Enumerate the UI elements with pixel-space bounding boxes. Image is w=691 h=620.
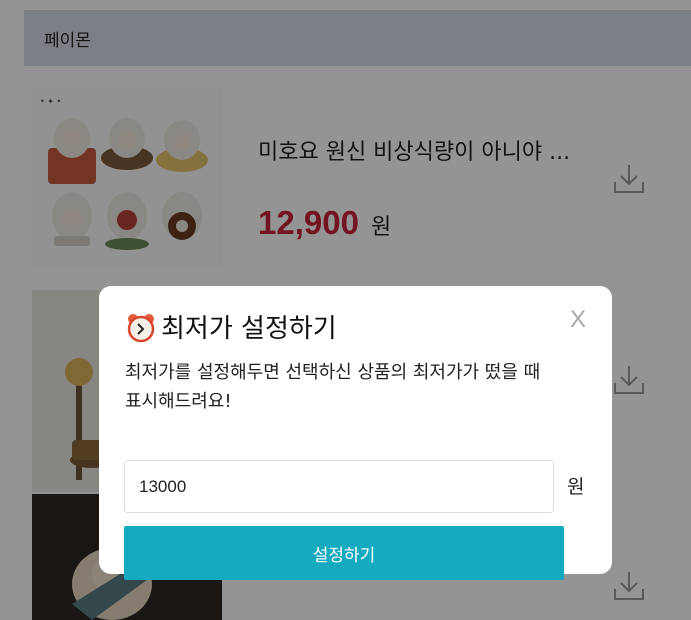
target-price-input[interactable] <box>124 460 554 513</box>
set-price-button[interactable]: 설정하기 <box>124 526 564 580</box>
modal-title: 최저가 설정하기 <box>161 314 337 344</box>
lowest-price-modal: 최저가 설정하기 X 최저가를 설정해두면 선택하신 상품의 최저가가 떴을 때… <box>99 286 612 580</box>
currency-unit: 원 <box>567 476 585 498</box>
modal-description: 최저가를 설정해두면 선택하신 상품의 최저가가 떴을 때 표시해드려요! <box>125 358 595 416</box>
description-line: 최저가를 설정해두면 선택하신 상품의 최저가가 떴을 때 <box>125 362 541 383</box>
description-line: 표시해드려요! <box>125 391 232 412</box>
modal-header: 최저가 설정하기 <box>125 308 337 345</box>
close-button[interactable]: X <box>570 306 586 334</box>
alarm-clock-icon <box>125 311 157 343</box>
